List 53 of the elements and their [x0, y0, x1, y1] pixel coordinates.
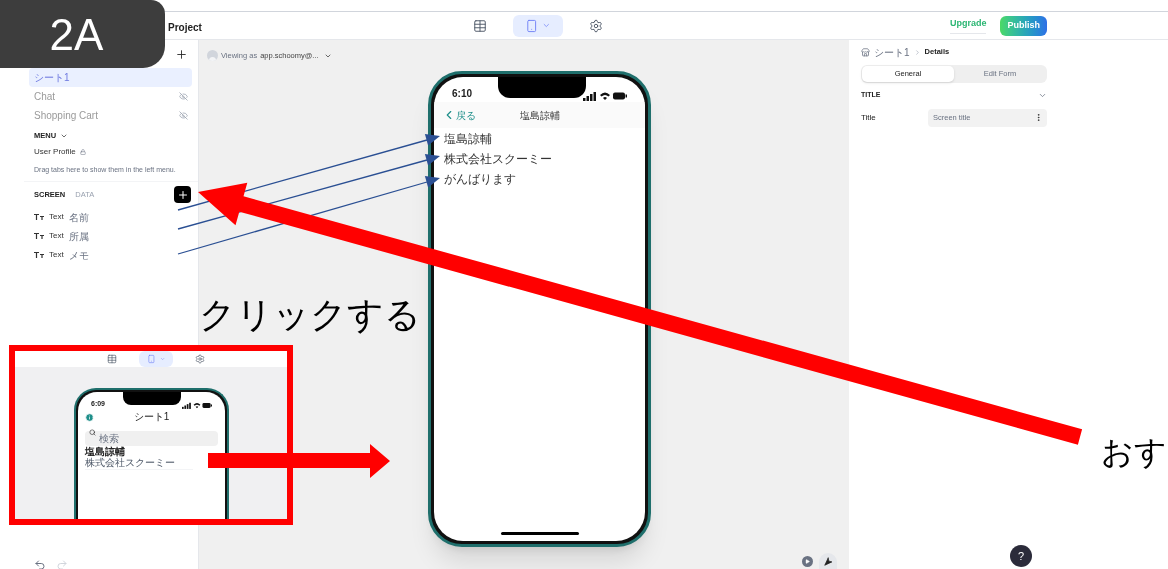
- menu-item[interactable]: User Profile: [34, 146, 76, 159]
- text-type-icon: [34, 214, 44, 221]
- more-icon[interactable]: [1034, 113, 1043, 122]
- chevron-right-icon: [913, 48, 921, 56]
- back-button[interactable]: 戻る: [442, 107, 476, 123]
- text-component[interactable]: 株式会社スクーミー: [444, 151, 552, 167]
- add-component-button[interactable]: [174, 186, 191, 204]
- text-component[interactable]: 塩島諒輔: [444, 131, 492, 147]
- undo-button[interactable]: [34, 559, 46, 569]
- component-type[interactable]: Text: [49, 230, 64, 243]
- settings-icon: [195, 354, 205, 364]
- phone-icon: [525, 18, 539, 33]
- component-type[interactable]: Text: [49, 249, 64, 262]
- status-time: 6:10: [452, 87, 472, 101]
- table-icon: [473, 18, 487, 33]
- plus-icon: [175, 47, 188, 61]
- component-name[interactable]: メモ: [68, 247, 89, 263]
- add-tab-button[interactable]: [175, 47, 188, 61]
- project-title: Project: [168, 21, 202, 33]
- phone-icon: [147, 354, 156, 364]
- component-name[interactable]: 名前: [68, 209, 89, 225]
- text-type-icon: [34, 233, 44, 240]
- text-type-icon: [34, 252, 44, 259]
- chevron-icon: [542, 21, 551, 30]
- status-icons: [182, 402, 212, 409]
- phone-view-tab[interactable]: [513, 14, 563, 37]
- component-type[interactable]: Text: [49, 211, 64, 224]
- phone-notch: [123, 392, 181, 405]
- breadcrumb-item[interactable]: シート1: [874, 44, 910, 60]
- component-name[interactable]: 所属: [68, 228, 89, 244]
- step-badge: 2A: [0, 0, 165, 68]
- plus-icon: [176, 188, 189, 201]
- help-button[interactable]: ?: [1010, 545, 1032, 567]
- list-item[interactable]: 塩島諒輔 株式会社スクーミー: [85, 446, 193, 470]
- search-field[interactable]: 検索: [85, 431, 218, 446]
- eye-off-icon[interactable]: [179, 111, 188, 120]
- field-label: Title: [861, 111, 876, 124]
- cursor-icon: [823, 556, 833, 566]
- avatar-icon: [207, 50, 218, 61]
- eye-off-icon[interactable]: [179, 92, 188, 101]
- settings-icon: [589, 18, 603, 33]
- tab-item[interactable]: シート1: [29, 68, 192, 87]
- chevron-icon: [159, 356, 165, 362]
- table-icon: [107, 354, 117, 364]
- screen-title: 塩島諒輔: [519, 108, 560, 123]
- play-icon[interactable]: [802, 555, 813, 567]
- press-label: おす: [1101, 433, 1167, 472]
- text-component[interactable]: がんばります: [444, 171, 516, 187]
- cursor-button[interactable]: [819, 553, 837, 569]
- status-icons: [583, 91, 627, 101]
- info-icon[interactable]: [85, 412, 94, 422]
- screen-title: シート1: [133, 411, 170, 423]
- instruction-text: クリックする: [199, 293, 421, 337]
